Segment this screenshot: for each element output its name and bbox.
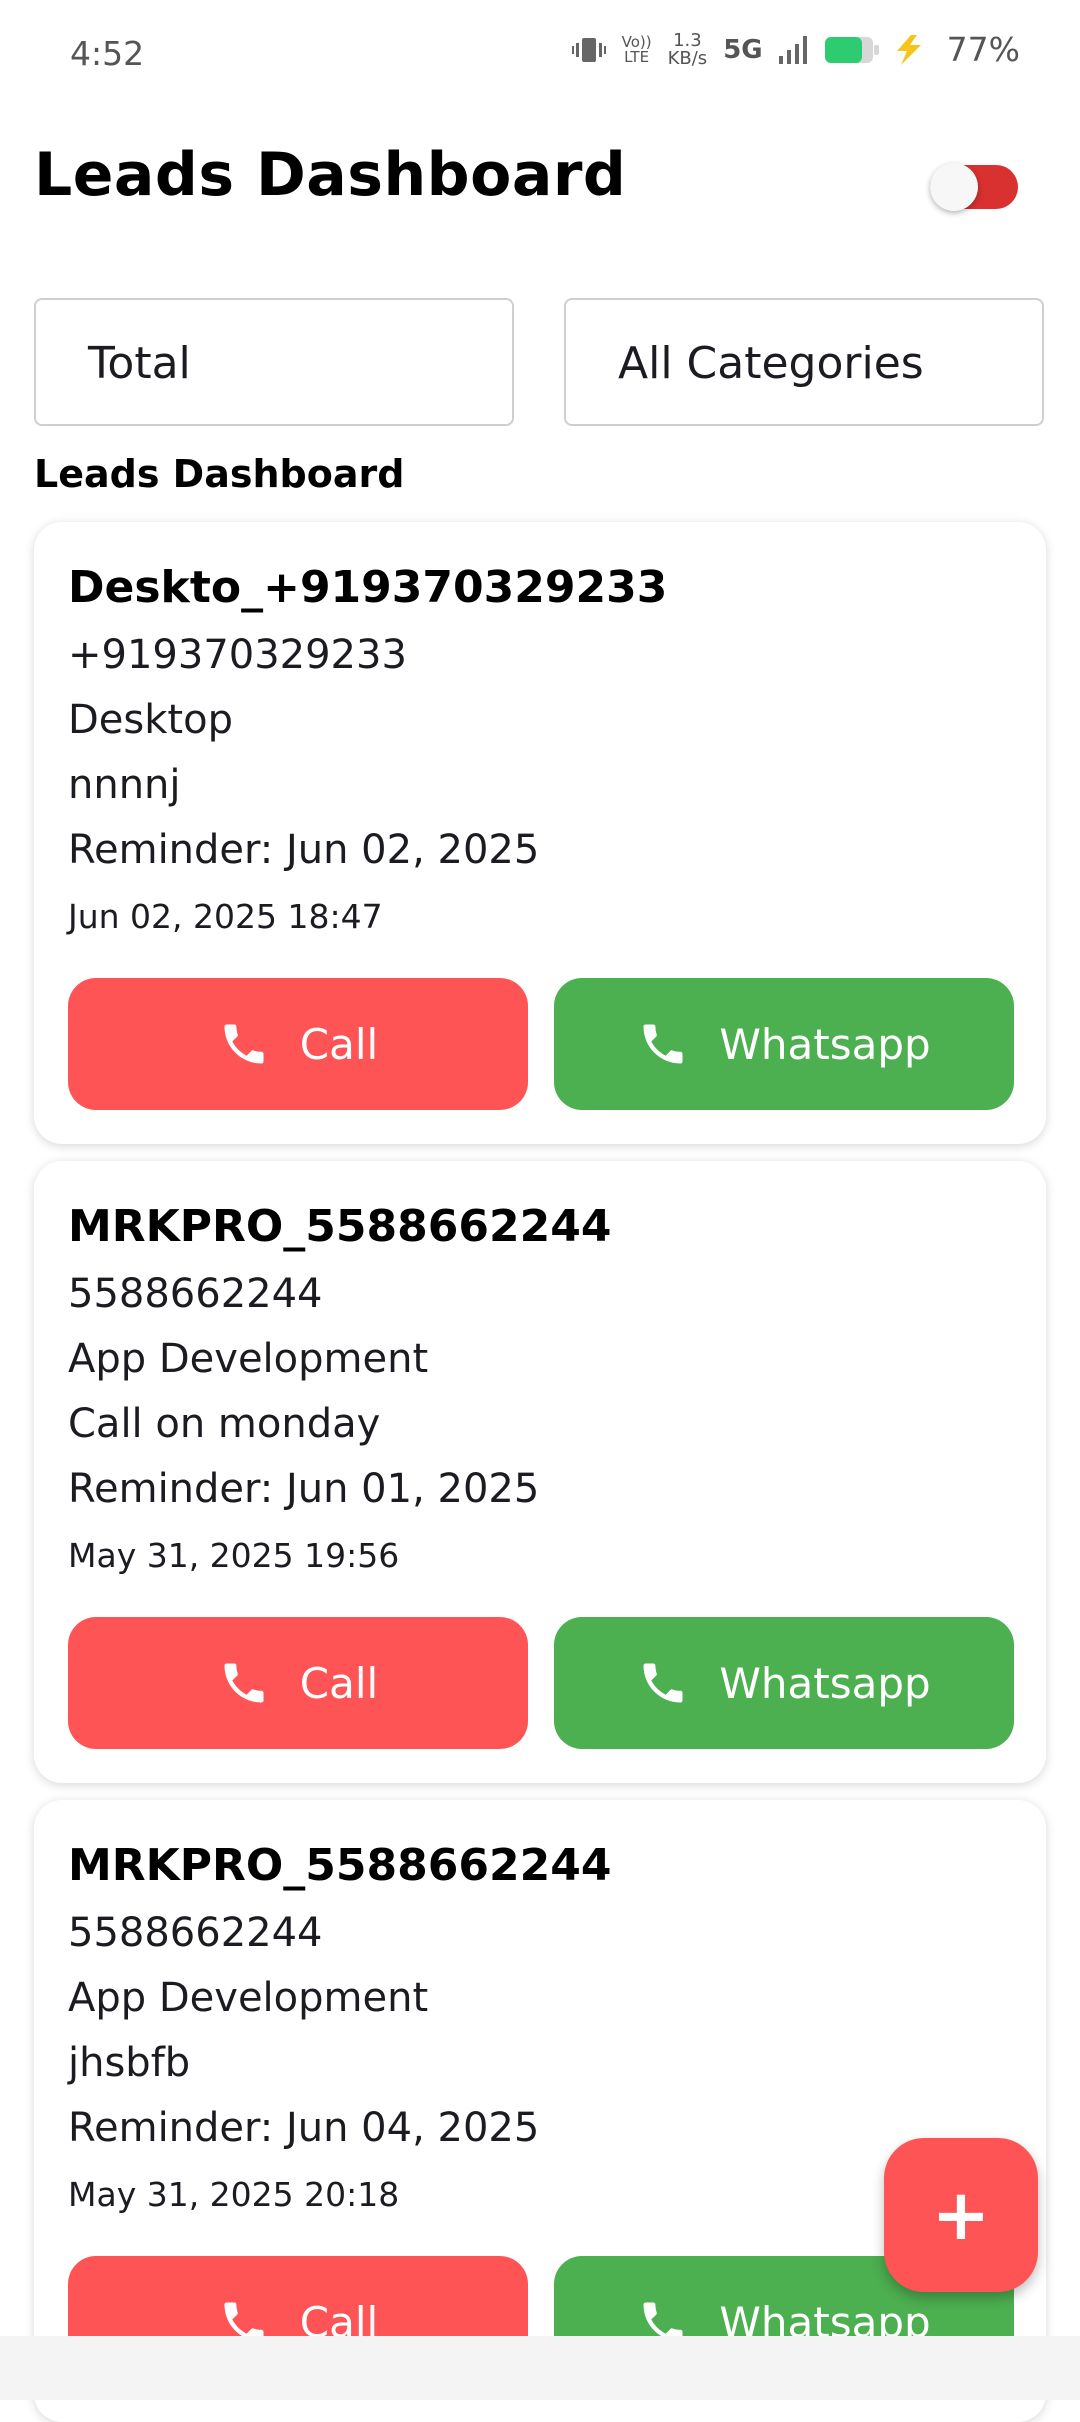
speed-value: 1.3 <box>673 29 702 51</box>
lead-card[interactable]: Deskto_+919370329233 +919370329233 Deskt… <box>34 522 1046 1144</box>
lead-category: App Development <box>68 1336 429 1382</box>
battery-level <box>824 36 862 63</box>
volte-icon: Vo)) LTE <box>621 32 652 66</box>
lead-name: MRKPRO_5588662244 <box>68 1201 612 1252</box>
lead-reminder: Reminder: Jun 04, 2025 <box>68 2105 540 2151</box>
battery-percent: 77% <box>946 30 1020 69</box>
call-button[interactable]: Call <box>68 1617 528 1749</box>
speed-unit: KB/s <box>667 47 708 69</box>
call-button[interactable]: Call <box>68 978 528 1110</box>
phone-icon <box>643 1663 683 1703</box>
lead-name: Deskto_+919370329233 <box>68 562 668 613</box>
network-type: 5G <box>723 34 763 65</box>
lead-card[interactable]: MRKPRO_5588662244 5588662244 App Develop… <box>34 1161 1046 1783</box>
lead-created-date: May 31, 2025 19:56 <box>68 1536 400 1575</box>
status-time: 4:52 <box>70 34 145 73</box>
whatsapp-button-label: Whatsapp <box>719 1658 931 1708</box>
lead-phone: 5588662244 <box>68 1271 323 1317</box>
phone-icon <box>224 1024 264 1064</box>
lead-note: nnnnj <box>68 762 181 808</box>
status-icons: Vo)) LTE 1.3 KB/s 5G 77% <box>571 29 1020 69</box>
category-filter-select[interactable]: All Categories <box>564 298 1044 426</box>
toggle-knob <box>930 163 978 211</box>
lead-phone: +919370329233 <box>68 632 407 678</box>
vibrate-icon <box>571 37 606 62</box>
call-button-label: Call <box>299 1658 379 1708</box>
status-bar: 4:52 Vo)) LTE 1.3 KB/s 5G 77% <box>0 0 1080 110</box>
whatsapp-button[interactable]: Whatsapp <box>554 978 1014 1110</box>
lead-reminder: Reminder: Jun 02, 2025 <box>68 827 540 873</box>
lead-category: App Development <box>68 1975 429 2021</box>
lead-phone: 5588662244 <box>68 1910 323 1956</box>
charging-icon <box>896 34 921 65</box>
mode-toggle[interactable] <box>930 163 1018 211</box>
page-title: Leads Dashboard <box>34 140 627 210</box>
lead-note: jhsbfb <box>68 2040 191 2086</box>
whatsapp-button[interactable]: Whatsapp <box>554 1617 1014 1749</box>
whatsapp-button-label: Whatsapp <box>719 1019 931 1069</box>
lead-name: MRKPRO_5588662244 <box>68 1840 612 1891</box>
lead-note: Call on monday <box>68 1401 381 1447</box>
bottom-system-bar <box>0 2336 1080 2400</box>
add-lead-button[interactable]: + <box>884 2138 1038 2292</box>
status-filter-select[interactable]: Total <box>34 298 514 426</box>
category-filter-value: All Categories <box>618 338 924 389</box>
phone-icon <box>643 1024 683 1064</box>
phone-icon <box>224 1663 264 1703</box>
lead-created-date: May 31, 2025 20:18 <box>68 2175 400 2214</box>
lead-reminder: Reminder: Jun 01, 2025 <box>68 1466 540 1512</box>
network-speed: 1.3 KB/s <box>667 29 708 69</box>
signal-icon <box>778 35 807 64</box>
lead-created-date: Jun 02, 2025 18:47 <box>68 897 383 936</box>
plus-icon: + <box>931 2174 991 2256</box>
section-heading: Leads Dashboard <box>34 452 405 496</box>
lead-card[interactable]: MRKPRO_5588662244 5588662244 App Develop… <box>34 1800 1046 2422</box>
call-button-label: Call <box>299 1019 379 1069</box>
status-filter-value: Total <box>88 338 191 389</box>
lead-category: Desktop <box>68 697 233 743</box>
battery-icon <box>824 36 879 63</box>
